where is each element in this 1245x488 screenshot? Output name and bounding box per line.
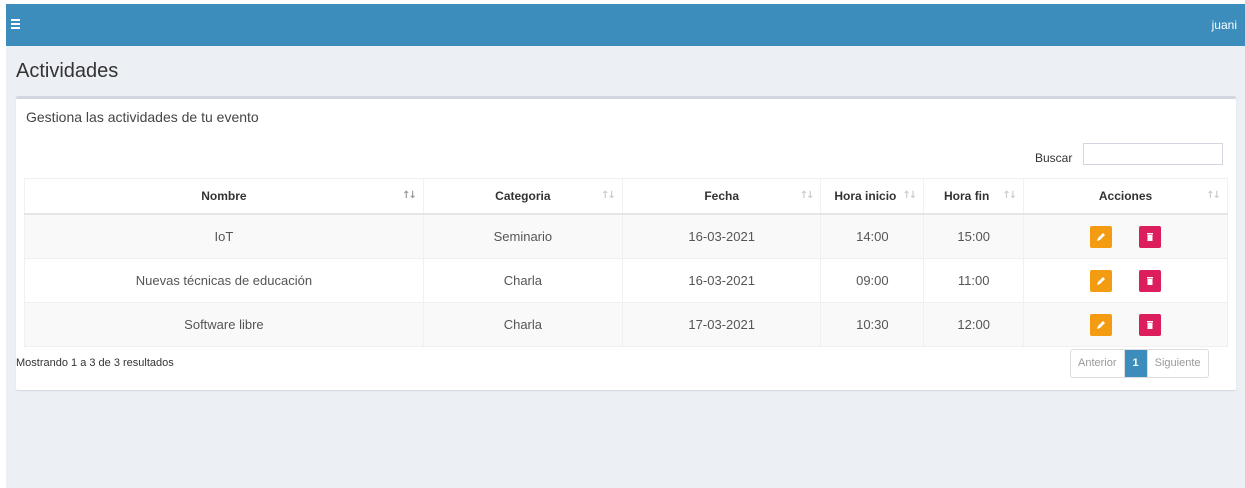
column-header-acciones[interactable]: Acciones ↑↓ — [1023, 178, 1228, 215]
search-label: Buscar — [1035, 151, 1073, 165]
cell-categoria: Seminario — [422, 213, 623, 259]
delete-button[interactable] — [1139, 269, 1162, 292]
search-input[interactable] — [1083, 143, 1223, 165]
hamburger-icon[interactable] — [11, 19, 21, 29]
column-header-nombre[interactable]: Nombre ↑↓ — [24, 178, 424, 215]
sort-icon: ↑↓ — [902, 190, 918, 201]
cell-categoria: Charla — [422, 302, 623, 347]
pencil-icon — [1096, 276, 1105, 285]
trash-icon — [1147, 276, 1154, 285]
sort-icon: ↑↓ — [601, 190, 616, 201]
user-menu[interactable]: juani — [1212, 18, 1237, 32]
app: juani Actividades Gestiona las actividad… — [6, 4, 1245, 488]
pencil-icon — [1096, 232, 1105, 241]
sort-icon: ↑↓ — [1206, 190, 1221, 201]
top-navbar: juani — [6, 4, 1245, 46]
table-row: Software libre Charla 17-03-2021 10:30 1… — [24, 302, 1228, 347]
table-header-row: Nombre ↑↓ Categoria ↑↓ Fecha ↑↓ Hora inicio… — [24, 178, 1228, 215]
cell-acciones — [1023, 213, 1228, 259]
cell-hora-fin: 11:00 — [923, 258, 1025, 303]
cell-hora-fin: 15:00 — [923, 213, 1025, 259]
cell-categoria: Charla — [422, 258, 623, 303]
column-header-hora-inicio[interactable]: Hora inicio ↑↓ — [820, 178, 925, 215]
page-title: Actividades — [16, 60, 119, 82]
column-header-categoria[interactable]: Categoria ↑↓ — [422, 178, 623, 215]
delete-button[interactable] — [1139, 313, 1162, 336]
cell-nombre: Software libre — [24, 302, 424, 347]
pagination: Anterior 1 Siguiente — [1070, 349, 1209, 378]
cell-fecha: 16-03-2021 — [621, 213, 822, 259]
trash-icon — [1147, 232, 1154, 241]
pagination-page-1[interactable]: 1 — [1124, 350, 1147, 377]
pencil-icon — [1096, 320, 1105, 329]
sort-icon: ↑↓ — [402, 190, 417, 201]
edit-button[interactable] — [1089, 225, 1112, 248]
cell-fecha: 17-03-2021 — [621, 302, 822, 347]
cell-nombre: IoT — [24, 213, 424, 259]
trash-icon — [1147, 320, 1154, 329]
sort-icon: ↑↓ — [799, 190, 815, 201]
cell-hora-inicio: 09:00 — [820, 258, 925, 303]
activities-table: Nombre ↑↓ Categoria ↑↓ Fecha ↑↓ Hora inicio… — [24, 178, 1228, 347]
edit-button[interactable] — [1089, 269, 1112, 292]
pagination-next[interactable]: Siguiente — [1146, 350, 1208, 377]
edit-button[interactable] — [1089, 313, 1112, 336]
column-header-fecha[interactable]: Fecha ↑↓ — [621, 178, 822, 215]
activities-box: Gestiona las actividades de tu evento Bu… — [16, 96, 1236, 390]
table-row: Nuevas técnicas de educación Charla 16-0… — [24, 258, 1228, 303]
sort-icon: ↑↓ — [1002, 190, 1017, 201]
cell-acciones — [1023, 302, 1228, 347]
table-row: IoT Seminario 16-03-2021 14:00 15:00 — [24, 213, 1228, 259]
cell-hora-inicio: 10:30 — [820, 302, 925, 347]
delete-button[interactable] — [1139, 225, 1162, 248]
cell-fecha: 16-03-2021 — [621, 258, 822, 303]
pagination-previous[interactable]: Anterior — [1071, 350, 1125, 377]
cell-nombre: Nuevas técnicas de educación — [24, 258, 424, 303]
cell-hora-inicio: 14:00 — [820, 213, 925, 259]
results-info: Mostrando 1 a 3 de 3 resultados — [16, 357, 174, 369]
box-title: Gestiona las actividades de tu evento — [26, 109, 259, 125]
cell-hora-fin: 12:00 — [923, 302, 1025, 347]
cell-acciones — [1023, 258, 1228, 303]
column-header-hora-fin[interactable]: Hora fin ↑↓ — [923, 178, 1025, 215]
